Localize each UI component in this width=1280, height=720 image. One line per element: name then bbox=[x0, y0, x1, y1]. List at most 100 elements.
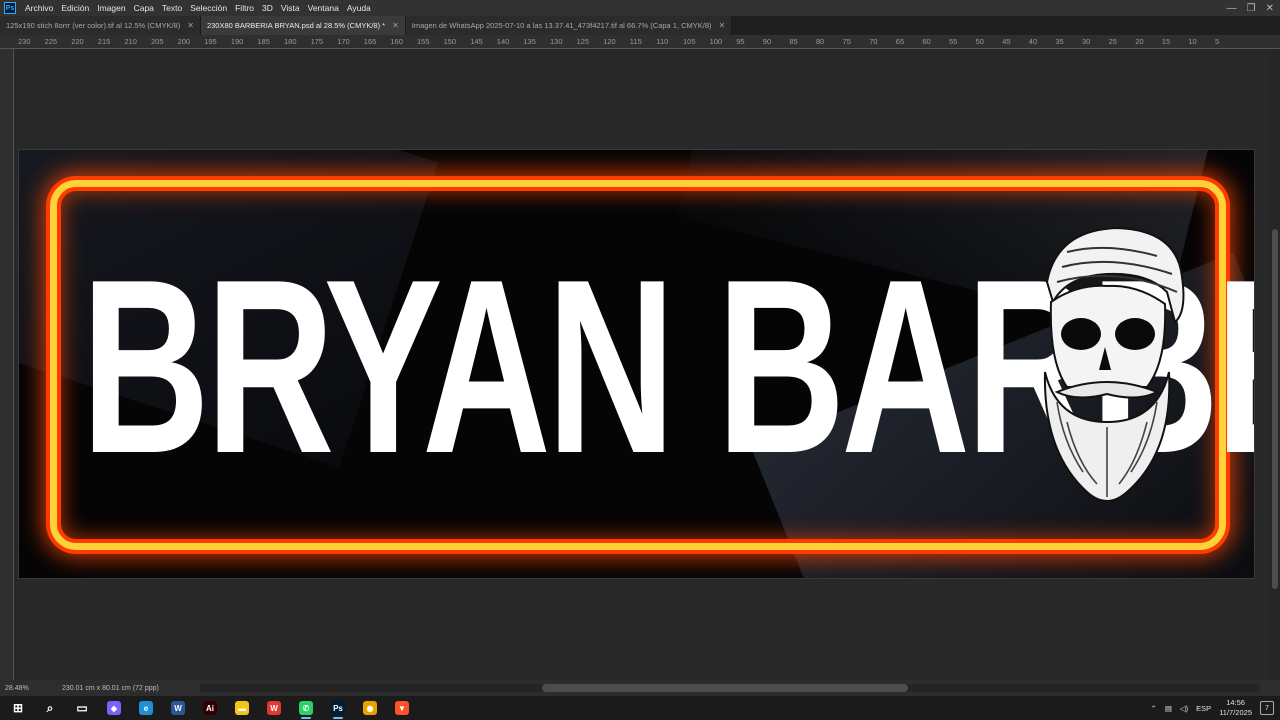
brave-icon: ▼ bbox=[395, 701, 409, 715]
ruler-tick-label: 115 bbox=[629, 37, 642, 46]
ruler-tick-label: 140 bbox=[496, 37, 510, 46]
tab-document-1[interactable]: 125x190 stich 8orrr (ver color).tif al 1… bbox=[0, 16, 201, 35]
ruler-tick-label: 195 bbox=[204, 37, 217, 46]
ruler-tick-label: 90 bbox=[762, 37, 772, 46]
taskbar-brave-button[interactable]: ▼ bbox=[386, 696, 418, 720]
taskbar-chrome-button[interactable]: ◉ bbox=[354, 696, 386, 720]
canvas-area[interactable]: BRYAN BARBER bbox=[15, 49, 1265, 680]
taskbar-copilot-button[interactable]: ◆ bbox=[98, 696, 130, 720]
ruler-tick-label: 25 bbox=[1108, 37, 1117, 46]
restore-button[interactable]: ❐ bbox=[1247, 3, 1256, 14]
menu-archivo[interactable]: Archivo bbox=[21, 3, 57, 13]
ruler-tick-label: 185 bbox=[257, 37, 270, 46]
tab-document-2[interactable]: 230X80 BARBERIA BRYAN.psd al 28.5% (CMYK… bbox=[200, 16, 406, 35]
ruler-tick-label: 15 bbox=[1161, 37, 1171, 46]
taskbar-photoshop-button[interactable]: Ps bbox=[322, 696, 354, 720]
ruler-tick-label: 30 bbox=[1082, 37, 1091, 46]
taskbar-edge-button[interactable]: e bbox=[130, 696, 162, 720]
network-icon[interactable]: ▤ bbox=[1165, 704, 1172, 713]
bearded-skull-icon bbox=[1043, 226, 1185, 502]
menu-edicion[interactable]: Edición bbox=[57, 3, 93, 13]
ruler-tick-label: 40 bbox=[1028, 37, 1038, 46]
ruler-tick-label: 160 bbox=[390, 37, 403, 46]
volume-icon[interactable]: ◁) bbox=[1180, 704, 1188, 713]
ruler-tick-label: 180 bbox=[284, 37, 297, 46]
windows-start-icon: ⊞ bbox=[12, 701, 24, 715]
notification-badge[interactable]: 7 bbox=[1260, 701, 1274, 715]
photoshop-logo-icon[interactable]: Ps bbox=[4, 2, 16, 14]
ruler-tick-label: 55 bbox=[949, 37, 958, 46]
zoom-level[interactable]: 28.48% bbox=[0, 685, 36, 692]
menu-bar: Ps Archivo Edición Imagen Capa Texto Sel… bbox=[0, 0, 1280, 16]
close-window-button[interactable]: ✕ bbox=[1266, 3, 1274, 14]
menu-seleccion[interactable]: Selección bbox=[186, 3, 231, 13]
taskbar-whatsapp-button[interactable]: ✆ bbox=[290, 696, 322, 720]
ruler-tick-label: 200 bbox=[177, 37, 191, 46]
ruler-horizontal[interactable]: 230 225 220 215 210 205 200 195 190 185 180 175 170 1… bbox=[0, 35, 1280, 49]
clock-date: 11/7/2025 bbox=[1219, 708, 1252, 717]
close-icon[interactable]: ✕ bbox=[187, 21, 194, 30]
ruler-tick-label: 220 bbox=[71, 37, 84, 46]
tab-label: 125x190 stich 8orrr (ver color).tif al 1… bbox=[6, 21, 181, 30]
taskbar-windows-start-button[interactable]: ⊞ bbox=[2, 696, 34, 720]
ruler-tick-label: 145 bbox=[470, 37, 483, 46]
menu-capa[interactable]: Capa bbox=[130, 3, 158, 13]
vertical-scrollbar[interactable] bbox=[1270, 49, 1280, 680]
word-icon: W bbox=[171, 701, 185, 715]
ruler-tick-label: 105 bbox=[683, 37, 696, 46]
clock[interactable]: 14:56 11/7/2025 bbox=[1219, 698, 1252, 718]
menu-imagen[interactable]: Imagen bbox=[93, 3, 129, 13]
tab-label: Imagen de WhatsApp 2025-07-10 a las 13.3… bbox=[411, 21, 712, 30]
task-view-icon: ▭ bbox=[76, 701, 88, 715]
ruler-tick-label: 35 bbox=[1055, 37, 1064, 46]
ruler-tick-label: 50 bbox=[975, 37, 984, 46]
menu-ayuda[interactable]: Ayuda bbox=[343, 3, 375, 13]
illustrator-icon: Ai bbox=[203, 701, 217, 715]
taskbar-search-button[interactable]: ⌕ bbox=[34, 696, 66, 720]
menu-ventana[interactable]: Ventana bbox=[304, 3, 343, 13]
ruler-tick-label: 230 bbox=[18, 37, 31, 46]
ruler-tick-label: 130 bbox=[550, 37, 563, 46]
taskbar-word-button[interactable]: W bbox=[162, 696, 194, 720]
ruler-tick-label: 135 bbox=[523, 37, 536, 46]
menu-vista[interactable]: Vista bbox=[277, 3, 304, 13]
whatsapp-icon: ✆ bbox=[299, 701, 313, 715]
taskbar: ⊞ ⌕ ▭ ◆ e W Ai ▬ W ✆ Ps ◉ ▼ bbox=[0, 696, 1280, 720]
horizontal-scrollbar[interactable] bbox=[200, 684, 1260, 692]
document-size: 230.01 cm x 80.01 cm (72 ppp) bbox=[62, 684, 159, 692]
vertical-scrollbar-thumb[interactable] bbox=[1272, 229, 1278, 589]
search-icon: ⌕ bbox=[46, 700, 54, 715]
menu-3d[interactable]: 3D bbox=[258, 3, 277, 13]
taskbar-illustrator-button[interactable]: Ai bbox=[194, 696, 226, 720]
close-icon[interactable]: ✕ bbox=[719, 21, 726, 30]
menu-filtro[interactable]: Filtro bbox=[231, 3, 258, 13]
minimize-button[interactable]: — bbox=[1227, 3, 1237, 14]
horizontal-scrollbar-thumb[interactable] bbox=[542, 684, 908, 692]
artboard[interactable]: BRYAN BARBER bbox=[18, 149, 1255, 579]
ruler-tick-label: 215 bbox=[97, 37, 111, 46]
taskbar-file-explorer-button[interactable]: ▬ bbox=[226, 696, 258, 720]
taskbar-wps-button[interactable]: W bbox=[258, 696, 290, 720]
ruler-vertical[interactable] bbox=[0, 49, 14, 680]
ruler-tick-label: 65 bbox=[895, 37, 905, 46]
ruler-tick-label: 10 bbox=[1188, 37, 1197, 46]
ruler-tick-label: 210 bbox=[124, 37, 137, 46]
file-explorer-icon: ▬ bbox=[235, 701, 249, 715]
ruler-tick-label: 60 bbox=[922, 37, 931, 46]
chevron-up-icon[interactable]: ⌃ bbox=[1151, 704, 1157, 713]
language-indicator[interactable]: ESP bbox=[1196, 704, 1211, 713]
ruler-tick-label: 165 bbox=[363, 37, 377, 46]
tab-label: 230X80 BARBERIA BRYAN.psd al 28.5% (CMYK… bbox=[206, 21, 386, 30]
tab-document-3[interactable]: Imagen de WhatsApp 2025-07-10 a las 13.3… bbox=[405, 16, 733, 35]
ruler-tick-label: 110 bbox=[656, 37, 669, 46]
ruler-tick-label: 155 bbox=[417, 37, 430, 46]
menu-texto[interactable]: Texto bbox=[158, 3, 186, 13]
ruler-tick-label: 20 bbox=[1135, 37, 1144, 46]
ruler-tick-label: 120 bbox=[603, 37, 616, 46]
close-icon[interactable]: ✕ bbox=[392, 21, 399, 30]
ruler-tick-label: 80 bbox=[816, 37, 825, 46]
ruler-tick-label: 95 bbox=[736, 37, 745, 46]
clock-time: 14:56 bbox=[1226, 698, 1245, 707]
taskbar-task-view-button[interactable]: ▭ bbox=[66, 696, 98, 720]
ruler-tick-label: 75 bbox=[842, 37, 851, 46]
